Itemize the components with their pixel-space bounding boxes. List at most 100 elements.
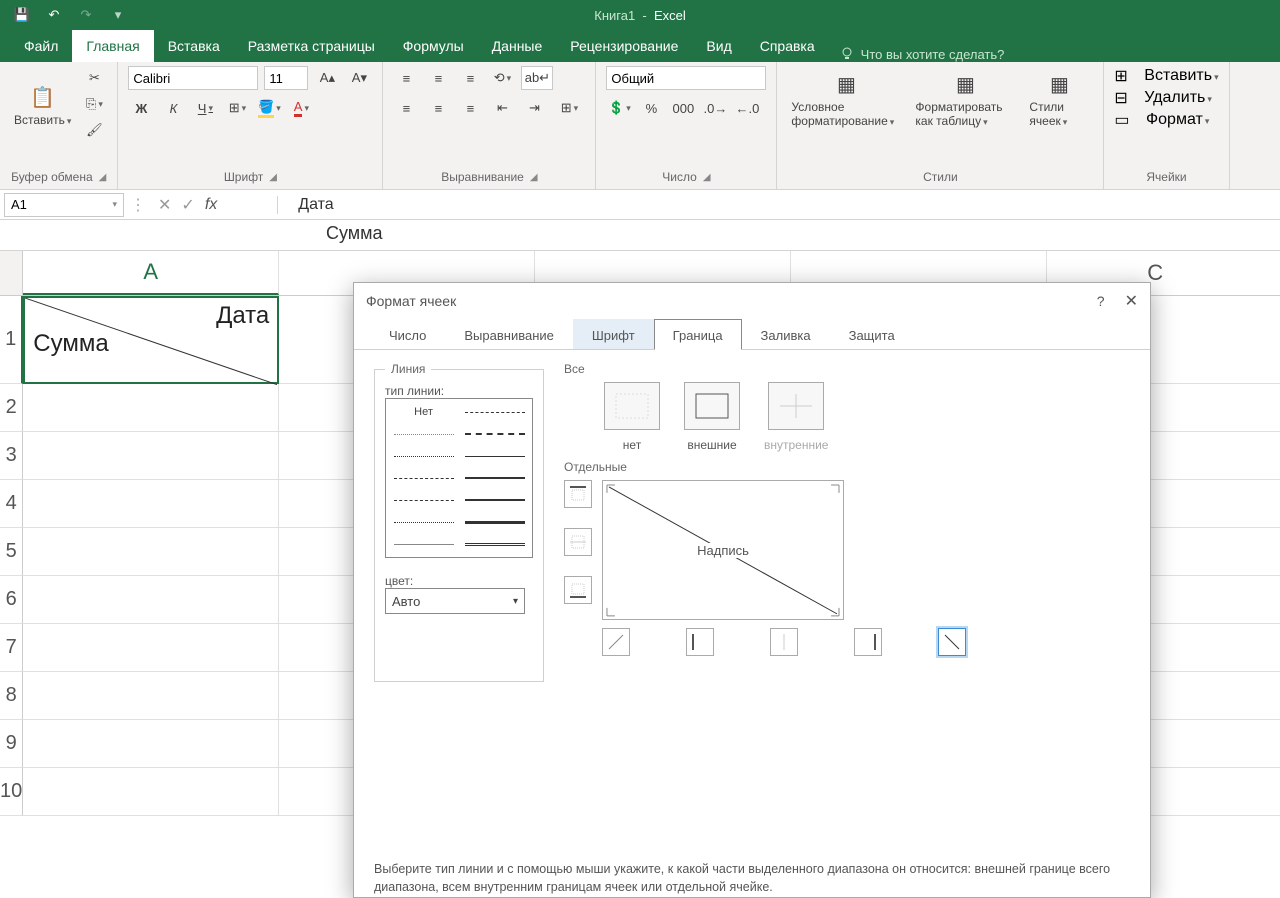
row-header[interactable]: 2 <box>0 384 23 432</box>
cell[interactable] <box>23 480 279 528</box>
border-top-button[interactable] <box>564 480 592 508</box>
close-icon[interactable]: ✕ <box>1125 291 1138 311</box>
align-center-icon[interactable]: ≡ <box>425 96 451 120</box>
tab-page-layout[interactable]: Разметка страницы <box>234 30 389 62</box>
dialog-tab-alignment[interactable]: Выравнивание <box>445 319 572 349</box>
cell[interactable] <box>23 720 279 768</box>
dialog-tab-number[interactable]: Число <box>370 319 445 349</box>
line-style-option[interactable] <box>388 445 459 467</box>
cell[interactable] <box>23 432 279 480</box>
line-style-option[interactable] <box>459 401 530 423</box>
dialog-launcher-icon[interactable]: ◢ <box>99 172 107 183</box>
wrap-text-icon[interactable]: ab↵ <box>521 66 553 90</box>
row-header[interactable]: 6 <box>0 576 23 624</box>
row-header[interactable]: 8 <box>0 672 23 720</box>
tab-review[interactable]: Рецензирование <box>556 30 692 62</box>
align-right-icon[interactable]: ≡ <box>457 96 483 120</box>
format-as-table-button[interactable]: ▦ Форматировать как таблицу <box>911 66 1019 130</box>
bold-button[interactable]: Ж <box>128 96 154 120</box>
border-preview[interactable]: Надпись <box>602 480 844 620</box>
tab-help[interactable]: Справка <box>746 30 829 62</box>
decrease-decimal-icon[interactable]: ←.0 <box>734 96 760 120</box>
percent-icon[interactable]: % <box>638 96 664 120</box>
line-style-option[interactable] <box>459 489 530 511</box>
tab-file[interactable]: Файл <box>10 30 72 62</box>
font-size-input[interactable] <box>264 66 308 90</box>
border-bottom-button[interactable] <box>564 576 592 604</box>
cell-styles-button[interactable]: ▦ Стили ячеек <box>1025 66 1093 130</box>
row-header[interactable]: 4 <box>0 480 23 528</box>
select-all-corner[interactable] <box>0 251 23 296</box>
comma-icon[interactable]: 000 <box>670 96 696 120</box>
enter-icon[interactable]: ✓ <box>181 195 194 215</box>
number-format-select[interactable] <box>606 66 766 90</box>
align-top-icon[interactable]: ≡ <box>393 66 419 90</box>
align-middle-icon[interactable]: ≡ <box>425 66 451 90</box>
dialog-tab-fill[interactable]: Заливка <box>742 319 830 349</box>
dialog-tab-protection[interactable]: Защита <box>830 319 914 349</box>
line-style-option[interactable] <box>459 467 530 489</box>
insert-cells-button[interactable]: Вставить <box>1144 67 1218 85</box>
cell[interactable] <box>23 576 279 624</box>
cell[interactable] <box>23 768 279 816</box>
line-style-none[interactable]: Нет <box>388 401 459 423</box>
font-color-icon[interactable]: A <box>288 96 314 120</box>
border-left-button[interactable] <box>686 628 714 656</box>
color-select[interactable]: Авто ▾ <box>385 588 525 614</box>
border-diag-down-button[interactable] <box>938 628 966 656</box>
cell[interactable] <box>23 672 279 720</box>
currency-icon[interactable]: 💲 <box>606 96 632 120</box>
increase-decimal-icon[interactable]: .0→ <box>702 96 728 120</box>
preset-none[interactable]: нет <box>604 382 660 452</box>
border-middle-h-button[interactable] <box>564 528 592 556</box>
resize-icon[interactable]: ⋮ <box>128 195 148 215</box>
tell-me[interactable]: Что вы хотите сделать? <box>839 46 1005 62</box>
decrease-font-icon[interactable]: A▾ <box>346 66 372 90</box>
decrease-indent-icon[interactable]: ⇤ <box>489 96 515 120</box>
dialog-tab-border[interactable]: Граница <box>654 319 742 350</box>
borders-icon[interactable]: ⊞ <box>224 96 250 120</box>
line-style-list[interactable]: Нет <box>385 398 533 558</box>
tab-home[interactable]: Главная <box>72 30 153 62</box>
cell-a1[interactable]: Дата Сумма <box>23 296 279 384</box>
row-header[interactable]: 10 <box>0 768 23 816</box>
name-box[interactable]: A1▾ <box>4 193 124 217</box>
preset-outer[interactable]: внешние <box>684 382 740 452</box>
row-header[interactable]: 1 <box>0 296 23 384</box>
line-style-option[interactable] <box>388 467 459 489</box>
border-middle-v-button[interactable] <box>770 628 798 656</box>
format-cells-button[interactable]: Формат <box>1146 111 1209 129</box>
row-header[interactable]: 5 <box>0 528 23 576</box>
paste-button[interactable]: 📋 Вставить <box>10 79 75 129</box>
dialog-launcher-icon[interactable]: ◢ <box>269 172 277 183</box>
redo-icon[interactable]: ↷ <box>72 3 100 27</box>
border-diag-up-button[interactable] <box>602 628 630 656</box>
line-style-option[interactable] <box>388 533 459 555</box>
formula-line2[interactable]: Сумма <box>0 220 1280 251</box>
line-style-option[interactable] <box>459 423 530 445</box>
conditional-formatting-button[interactable]: ▦ Условное форматирование <box>787 66 905 130</box>
dialog-tab-font[interactable]: Шрифт <box>573 319 654 349</box>
dialog-launcher-icon[interactable]: ◢ <box>703 172 711 183</box>
copy-icon[interactable]: ⎘ <box>81 92 107 116</box>
tab-data[interactable]: Данные <box>478 30 557 62</box>
line-style-option[interactable] <box>388 511 459 533</box>
dialog-launcher-icon[interactable]: ◢ <box>530 172 538 183</box>
underline-button[interactable]: Ч <box>192 96 218 120</box>
cut-icon[interactable]: ✂ <box>81 66 107 90</box>
delete-cells-button[interactable]: Удалить <box>1144 89 1212 107</box>
cancel-icon[interactable]: ✕ <box>158 195 171 215</box>
increase-font-icon[interactable]: A▴ <box>314 66 340 90</box>
formula-line1[interactable]: Дата <box>277 196 333 214</box>
help-icon[interactable]: ? <box>1097 293 1105 309</box>
fill-color-icon[interactable]: 🪣 <box>256 96 282 120</box>
fx-icon[interactable]: fx <box>205 196 217 214</box>
border-right-button[interactable] <box>854 628 882 656</box>
cell[interactable] <box>23 624 279 672</box>
undo-icon[interactable]: ↶ <box>40 3 68 27</box>
column-header[interactable]: A <box>23 251 279 295</box>
font-name-input[interactable] <box>128 66 258 90</box>
align-bottom-icon[interactable]: ≡ <box>457 66 483 90</box>
format-painter-icon[interactable]: 🖌 <box>81 118 107 142</box>
line-style-option[interactable] <box>459 511 530 533</box>
